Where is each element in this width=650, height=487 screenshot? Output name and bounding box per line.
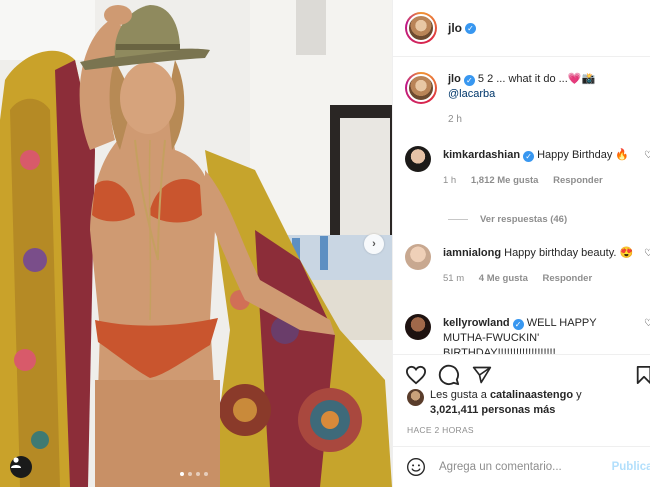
comments-list[interactable]: jlo ✓ 5 2 ... what it do ...💗📸 @lacarba 2… xyxy=(393,58,650,354)
verified-badge-icon: ✓ xyxy=(523,151,535,162)
reply-button[interactable]: Responder xyxy=(543,273,593,284)
view-replies-label: Ver respuestas (46) xyxy=(480,214,568,225)
heart-icon xyxy=(405,365,427,385)
caption-username[interactable]: jlo xyxy=(448,73,461,85)
like-comment-heart-icon[interactable]: ♡ xyxy=(644,318,650,329)
share-button[interactable] xyxy=(471,364,493,386)
carousel-next-button[interactable]: › xyxy=(364,234,384,254)
carousel-dot xyxy=(180,472,184,476)
comment-likes[interactable]: 1,812 Me gusta xyxy=(471,175,539,186)
comment-item: iamnialong Happy birthday beauty. 😍 51 m… xyxy=(393,244,650,286)
caption-time: 2 h xyxy=(448,114,462,125)
save-button[interactable] xyxy=(633,364,650,386)
post-sidebar: jlo ✓ jlo ✓ 5 2 ... what it do ...💗📸 @lac… xyxy=(392,0,650,487)
verified-badge-icon: ✓ xyxy=(463,75,475,86)
comment-username[interactable]: kimkardashian xyxy=(443,149,520,161)
view-replies-button[interactable]: Ver respuestas (46) xyxy=(448,214,567,225)
like-button[interactable] xyxy=(405,364,427,386)
comment-time: 1 h xyxy=(443,175,457,186)
liker-avatar xyxy=(407,389,424,406)
tagged-users-button[interactable] xyxy=(10,456,32,478)
comment-avatar[interactable] xyxy=(405,244,431,270)
like-comment-heart-icon[interactable]: ♡ xyxy=(644,150,650,161)
publish-button[interactable]: Publicar xyxy=(612,461,650,473)
caption-avatar[interactable] xyxy=(405,72,437,104)
post-header: jlo ✓ xyxy=(393,0,650,57)
comment-icon xyxy=(438,364,460,386)
comment-item: kimkardashian ✓ Happy Birthday 🔥 1 h 1,81… xyxy=(393,146,650,188)
author-avatar[interactable] xyxy=(405,12,437,44)
likes-prefix: Les gusta a xyxy=(430,389,487,401)
caption-mention[interactable]: @lacarba xyxy=(448,88,495,100)
comment-meta: 51 m 4 Me gusta Responder xyxy=(443,271,638,286)
carousel-dot xyxy=(196,472,200,476)
comment-input[interactable]: Agrega un comentario... xyxy=(439,461,612,473)
likes-summary[interactable]: Les gusta a catalinaastengo y 3,021,411 … xyxy=(407,388,582,418)
comment-avatar[interactable] xyxy=(405,146,431,172)
replies-divider xyxy=(448,219,468,220)
likes-conj: y xyxy=(576,389,582,401)
reply-button[interactable]: Responder xyxy=(553,175,603,186)
post-photo[interactable]: › xyxy=(0,0,392,487)
comment-likes[interactable]: 4 Me gusta xyxy=(479,273,528,284)
comment-time: 51 m xyxy=(443,273,465,284)
carousel-dot xyxy=(188,472,192,476)
user-tag-icon xyxy=(11,457,21,468)
likes-count[interactable]: 3,021,411 personas más xyxy=(430,404,555,416)
comment-composer: Agrega un comentario... Publicar xyxy=(393,446,650,487)
author-username[interactable]: jlo xyxy=(448,21,462,35)
comment-text: Happy birthday beauty. 😍 xyxy=(504,247,634,259)
comment-text: Happy Birthday 🔥 xyxy=(537,149,630,161)
bookmark-icon xyxy=(636,366,650,384)
post-caption: jlo ✓ 5 2 ... what it do ...💗📸 @lacarba 2… xyxy=(393,58,650,127)
paper-plane-icon xyxy=(472,366,492,384)
comment-username[interactable]: iamnialong xyxy=(443,247,501,259)
like-comment-heart-icon[interactable]: ♡ xyxy=(644,248,650,259)
comment-meta: 1 h 1,812 Me gusta Responder xyxy=(443,173,638,188)
comment-avatar[interactable] xyxy=(405,314,431,340)
verified-badge-icon: ✓ xyxy=(465,22,476,34)
liker-username[interactable]: catalinaastengo xyxy=(490,389,573,401)
carousel-dot xyxy=(204,472,208,476)
verified-badge-icon: ✓ xyxy=(512,319,524,330)
caption-text: 5 2 ... what it do ...💗📸 xyxy=(477,73,596,85)
carousel-dots xyxy=(180,472,208,476)
comment-button[interactable] xyxy=(438,364,460,386)
comment-item: kellyrowland ✓ WELL HAPPY MUTHA-FWUCKIN' … xyxy=(393,314,650,354)
comment-username[interactable]: kellyrowland xyxy=(443,317,510,329)
post-timestamp: HACE 2 HORAS xyxy=(407,425,474,435)
emoji-icon[interactable] xyxy=(406,457,426,477)
post-image xyxy=(0,0,392,487)
